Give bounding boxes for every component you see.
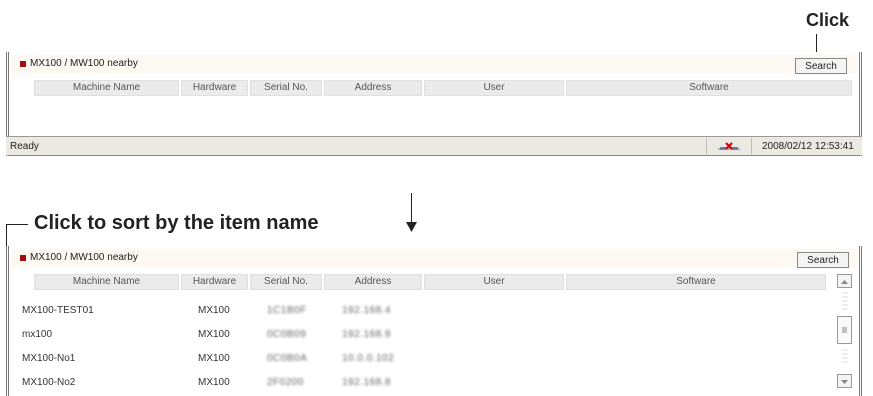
cell-machine-name: MX100-TEST01 [22, 305, 94, 316]
scroll-track-grip-upper [842, 292, 848, 310]
cell-address: 192.168.9 [342, 329, 391, 340]
vertical-scrollbar[interactable] [837, 274, 853, 394]
scroll-up-button[interactable] [837, 274, 852, 288]
column-header-software[interactable]: Software [566, 80, 852, 96]
nearby-marker-icon [20, 61, 26, 67]
scroll-thumb[interactable] [837, 316, 852, 344]
sort-annotation: Click to sort by the item name [34, 212, 319, 234]
cell-hardware: MX100 [198, 329, 230, 340]
column-header-user-after[interactable]: User [424, 274, 564, 290]
column-header-hardware-after[interactable]: Hardware [181, 274, 248, 290]
status-ready: Ready [10, 141, 39, 152]
column-header-machine-name[interactable]: Machine Name [34, 80, 179, 96]
table-row[interactable]: MX100-No2 MX100 2F0200 192.168.8 [22, 374, 822, 392]
column-header-address[interactable]: Address [324, 80, 422, 96]
cell-address: 192.168.8 [342, 377, 391, 388]
column-header-software-after[interactable]: Software [566, 274, 826, 290]
grip-icon [842, 327, 847, 333]
nearby-label: MX100 / MW100 nearby [30, 58, 138, 69]
cell-serial: 1C1B0F [267, 305, 307, 316]
column-header-address-after[interactable]: Address [324, 274, 422, 290]
cell-machine-name: mx100 [22, 329, 53, 340]
cell-hardware: MX100 [198, 305, 230, 316]
cell-machine-name: MX100-No2 [22, 377, 76, 388]
cell-hardware: MX100 [198, 377, 230, 388]
cell-serial: 0C0B09 [267, 329, 307, 340]
arrow-up-icon [841, 280, 848, 284]
status-datetime: 2008/02/12 12:53:41 [762, 141, 854, 152]
network-status-cell [706, 138, 752, 154]
transition-arrow-shaft [411, 193, 412, 225]
cell-address: 192.168.4 [342, 305, 391, 316]
arrow-down-icon [841, 380, 848, 384]
search-button[interactable]: Search [795, 58, 847, 74]
nearby-bar: MX100 / MW100 nearby Search [11, 55, 857, 74]
cell-serial: 2F0200 [267, 377, 304, 388]
cell-machine-name: MX100-No1 [22, 353, 76, 364]
scroll-down-button[interactable] [837, 374, 852, 388]
table-row[interactable]: MX100-No1 MX100 0C0B0A 10.0.0.102 [22, 350, 822, 368]
cell-serial: 0C0B0A [267, 353, 308, 364]
network-disconnected-icon [718, 142, 740, 150]
sort-pointer-top [6, 224, 28, 225]
cell-address: 10.0.0.102 [342, 353, 395, 364]
nearby-marker-icon [20, 255, 26, 261]
status-bar: Ready 2008/02/12 12:53:41 [6, 136, 862, 155]
down-arrow-icon [406, 222, 417, 232]
machine-list-panel-after: MX100 / MW100 nearby Search Machine Name… [6, 246, 862, 396]
nearby-bar-after: MX100 / MW100 nearby Search [11, 249, 857, 268]
column-header-user[interactable]: User [424, 80, 564, 96]
column-header-serial-after[interactable]: Serial No. [250, 274, 322, 290]
table-row[interactable]: mx100 MX100 0C0B09 192.168.9 [22, 326, 822, 344]
nearby-label-after: MX100 / MW100 nearby [30, 252, 138, 263]
click-annotation: Click [806, 10, 850, 30]
column-header-hardware[interactable]: Hardware [181, 80, 248, 96]
search-button-after[interactable]: Search [797, 252, 849, 268]
column-header-machine-name-after[interactable]: Machine Name [34, 274, 179, 290]
scroll-track-grip-lower [842, 349, 848, 363]
cell-hardware: MX100 [198, 353, 230, 364]
column-header-serial[interactable]: Serial No. [250, 80, 322, 96]
table-row[interactable]: MX100-TEST01 MX100 1C1B0F 192.168.4 [22, 302, 822, 320]
